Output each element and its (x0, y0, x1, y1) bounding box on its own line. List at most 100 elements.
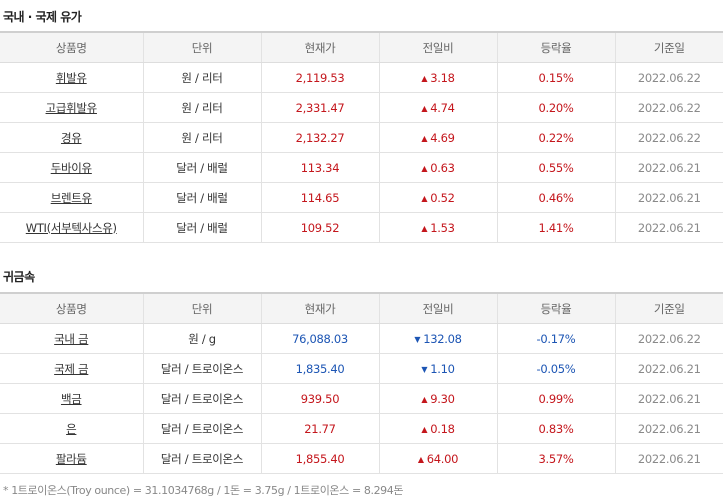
change-value: 3.18 (430, 70, 455, 85)
unit-cell: 달러 / 트로이온스 (143, 383, 262, 414)
product-name-link[interactable]: 고급휘발유 (46, 101, 98, 115)
change-rate-cell: 1.41% (497, 212, 616, 243)
table-row: 국제 금 달러 / 트로이온스 1,835.40 ▼ 1.10 -0.05% 2022.06… (0, 353, 723, 384)
current-price-cell: 1,835.40 (261, 353, 380, 384)
oil-section-title: 국내 · 국제 유가 (3, 10, 82, 24)
current-price-cell: 109.52 (261, 212, 380, 243)
reference-date-cell: 2022.06.21 (615, 443, 723, 474)
reference-date-cell: 2022.06.22 (615, 122, 723, 153)
change-rate-cell: 0.22% (497, 122, 616, 153)
unit-cell: 원 / 리터 (143, 122, 262, 153)
change-rate-cell: 0.46% (497, 182, 616, 213)
unit-cell: 원 / 리터 (143, 92, 262, 123)
triangle-down-icon: ▼ (421, 364, 428, 374)
change-rate-cell: -0.05% (497, 353, 616, 384)
change-value: 4.74 (430, 100, 455, 115)
col-header-rate: 등락율 (497, 31, 616, 63)
col-header-product: 상품명 (0, 292, 144, 324)
table-row: 팔라듐 달러 / 트로이온스 1,855.40 ▲ 64.00 3.57% 2022.06.… (0, 443, 723, 474)
oil-price-table: 상품명 단위 현재가 전일비 등락율 기준일 휘발유 원 / 리터 2,119.53… (0, 31, 723, 243)
product-name-cell: 국제 금 (0, 353, 144, 384)
change-cell: ▼ 132.08 (379, 323, 498, 354)
unit-cell: 달러 / 배럴 (143, 212, 262, 243)
triangle-up-icon: ▲ (421, 163, 428, 173)
product-name-link[interactable]: 경유 (61, 131, 82, 145)
reference-date-cell: 2022.06.22 (615, 323, 723, 354)
product-name-link[interactable]: 팔라듐 (56, 452, 87, 466)
reference-date-cell: 2022.06.21 (615, 413, 723, 444)
product-name-cell: 백금 (0, 383, 144, 414)
triangle-up-icon: ▲ (421, 103, 428, 113)
change-cell: ▲ 9.30 (379, 383, 498, 414)
product-name-cell: 은 (0, 413, 144, 444)
reference-date-cell: 2022.06.21 (615, 212, 723, 243)
table-header-row: 상품명 단위 현재가 전일비 등락율 기준일 (0, 292, 723, 324)
triangle-up-icon: ▲ (421, 394, 428, 404)
col-header-price: 현재가 (261, 292, 380, 324)
product-name-link[interactable]: 국내 금 (54, 332, 89, 346)
product-name-link[interactable]: 은 (66, 422, 77, 436)
change-rate-cell: -0.17% (497, 323, 616, 354)
current-price-cell: 21.77 (261, 413, 380, 444)
reference-date-cell: 2022.06.22 (615, 62, 723, 93)
col-header-date: 기준일 (615, 292, 723, 324)
metal-table-body: 국내 금원 / g 76,088.03 ▼ 132.08 -0.17% 2022.06.2… (0, 323, 723, 474)
change-value: 1.10 (430, 361, 455, 376)
table-row: 은 달러 / 트로이온스 21.77 ▲ 0.18 0.83% 2022.06.21 (0, 413, 723, 444)
col-header-price: 현재가 (261, 31, 380, 63)
table-row: 경유 원 / 리터 2,132.27 ▲ 4.69 0.22% 2022.06.22 (0, 122, 723, 153)
triangle-up-icon: ▲ (421, 193, 428, 203)
current-price-cell: 76,088.03 (261, 323, 380, 354)
change-value: 132.08 (423, 331, 462, 346)
triangle-up-icon: ▲ (421, 223, 428, 233)
product-name-link[interactable]: 휘발유 (56, 71, 87, 85)
unit-cell: 달러 / 배럴 (143, 152, 262, 183)
change-cell: ▲ 1.53 (379, 212, 498, 243)
product-name-link[interactable]: 백금 (61, 392, 82, 406)
table-row: WTI(서부텍사스유) 달러 / 배럴 109.52 ▲ 1.53 1.41% 2022.0… (0, 212, 723, 243)
change-value: 9.30 (430, 391, 455, 406)
change-cell: ▼ 1.10 (379, 353, 498, 384)
col-header-product: 상품명 (0, 31, 144, 63)
table-row: 휘발유 원 / 리터 2,119.53 ▲ 3.18 0.15% 2022.06.22 (0, 62, 723, 93)
col-header-unit: 단위 (143, 292, 262, 324)
triangle-up-icon: ▲ (421, 73, 428, 83)
product-name-link[interactable]: 국제 금 (54, 362, 89, 376)
current-price-cell: 1,855.40 (261, 443, 380, 474)
change-cell: ▲ 3.18 (379, 62, 498, 93)
current-price-cell: 114.65 (261, 182, 380, 213)
unit-cell: 달러 / 트로이온스 (143, 443, 262, 474)
table-row: 국내 금 원 / g 76,088.03 ▼ 132.08 -0.17% 2022.06.2… (0, 323, 723, 354)
current-price-cell: 2,119.53 (261, 62, 380, 93)
product-name-cell: 경유 (0, 122, 144, 153)
reference-date-cell: 2022.06.21 (615, 182, 723, 213)
metal-price-table: 상품명 단위 현재가 전일비 등락율 기준일 국내 금 원 / g 76,088.0… (0, 292, 723, 474)
change-cell: ▲ 0.52 (379, 182, 498, 213)
col-header-unit: 단위 (143, 31, 262, 63)
change-rate-cell: 0.20% (497, 92, 616, 123)
change-value: 64.00 (426, 451, 459, 466)
product-name-link[interactable]: 두바이유 (51, 161, 92, 175)
change-cell: ▲ 0.18 (379, 413, 498, 444)
change-value: 0.63 (430, 160, 455, 175)
current-price-cell: 113.34 (261, 152, 380, 183)
reference-date-cell: 2022.06.21 (615, 353, 723, 384)
footnote: * 1트로이온스(Troy ounce) = 31.1034768g / 1돈 … (3, 484, 404, 497)
change-cell: ▲ 4.74 (379, 92, 498, 123)
table-header-row: 상품명 단위 현재가 전일비 등락율 기준일 (0, 31, 723, 63)
table-row: 두바이유 달러 / 배럴 113.34 ▲ 0.63 0.55% 2022.06.21 (0, 152, 723, 183)
col-header-change: 전일비 (379, 292, 498, 324)
triangle-up-icon: ▲ (421, 424, 428, 434)
product-name-cell: 고급휘발유 (0, 92, 144, 123)
unit-cell: 원 / g (143, 323, 262, 354)
product-name-cell: 팔라듐 (0, 443, 144, 474)
product-name-cell: WTI(서부텍사스유) (0, 212, 144, 243)
change-rate-cell: 0.99% (497, 383, 616, 414)
unit-cell: 달러 / 배럴 (143, 182, 262, 213)
product-name-link[interactable]: WTI(서부텍사스유) (26, 221, 117, 235)
product-name-cell: 브렌트유 (0, 182, 144, 213)
triangle-up-icon: ▲ (421, 133, 428, 143)
product-name-link[interactable]: 브렌트유 (51, 191, 92, 205)
col-header-change: 전일비 (379, 31, 498, 63)
product-name-cell: 국내 금 (0, 323, 144, 354)
